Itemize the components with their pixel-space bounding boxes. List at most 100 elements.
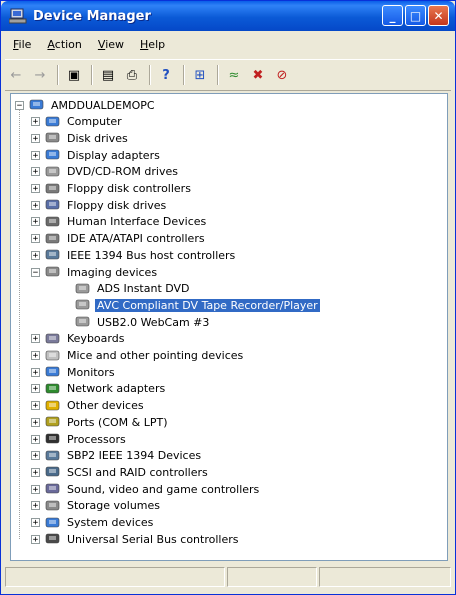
tree-category[interactable]: + Floppy disk controllers (31, 181, 193, 197)
collapse-icon[interactable]: − (31, 267, 40, 277)
maximize-button[interactable]: □ (405, 5, 426, 26)
uninstall-button[interactable]: ✖ (247, 64, 269, 86)
tree-category[interactable]: + Mice and other pointing devices (31, 348, 245, 364)
tree-category[interactable]: + Computer (31, 114, 124, 130)
tree-item-label: Processors (67, 432, 126, 446)
expand-icon[interactable]: + (31, 334, 40, 344)
floppy-drive-icon (45, 198, 61, 212)
expand-icon[interactable]: + (31, 367, 40, 377)
tree-item-label: Other devices (67, 399, 144, 413)
print-button[interactable]: ⎙ (121, 64, 143, 86)
expand-icon[interactable]: + (31, 133, 40, 143)
scan-hardware-button[interactable]: ⊞ (189, 64, 211, 86)
tree-item-label: System devices (67, 516, 154, 529)
help-button[interactable]: ? (155, 64, 177, 86)
expand-icon[interactable]: + (31, 484, 40, 494)
tree-item-label: IEEE 1394 Bus host controllers (67, 248, 236, 262)
expand-icon[interactable]: + (31, 250, 40, 260)
tree-device[interactable]: AVC Compliant DV Tape Recorder/Player (61, 297, 320, 313)
tree-item-label: Universal Serial Bus controllers (67, 532, 239, 546)
tree-item-label: Floppy disk drives (67, 198, 167, 212)
device-tree[interactable]: − AMDDUALDEMOPC + Computer + Disk drives + Disp… (10, 93, 448, 561)
tree-category[interactable]: + SCSI and RAID controllers (31, 464, 210, 480)
expand-icon[interactable]: + (31, 217, 40, 227)
expand-icon[interactable]: + (31, 534, 40, 544)
expand-icon[interactable]: + (31, 351, 40, 361)
console-tree-icon: ▣ (67, 67, 81, 83)
tree-category[interactable]: + Disk drives (31, 130, 130, 146)
update-driver-icon: ≈ (228, 67, 240, 83)
forward-button[interactable]: → (29, 64, 51, 86)
tree-category[interactable]: + Network adapters (31, 381, 167, 397)
tree-category[interactable]: + DVD/CD-ROM drives (31, 164, 180, 180)
tree-item-label: AVC Compliant DV Tape Recorder/Player (95, 298, 320, 312)
port-icon (45, 415, 61, 429)
expand-icon[interactable]: + (31, 467, 40, 477)
expand-icon[interactable]: + (31, 518, 40, 528)
properties-button[interactable]: ▤ (97, 64, 119, 86)
camera-icon (75, 315, 91, 329)
menu-file[interactable]: File (5, 38, 39, 51)
scan-hardware-icon: ⊞ (194, 67, 206, 83)
expand-icon[interactable]: + (31, 384, 40, 394)
floppy-controller-icon (45, 182, 61, 196)
toolbar-separator (217, 65, 219, 85)
tree-category[interactable]: + Universal Serial Bus controllers (31, 531, 240, 547)
tree-category[interactable]: + Processors (31, 431, 128, 447)
update-driver-button[interactable]: ≈ (223, 64, 245, 86)
tree-category[interactable]: − Imaging devices (31, 264, 159, 280)
tree-item-label: ADS Instant DVD (97, 282, 190, 296)
show-hide-console-tree-button[interactable]: ▣ (63, 64, 85, 86)
expand-icon[interactable]: + (31, 234, 40, 244)
back-button[interactable]: ← (5, 64, 27, 86)
expand-icon[interactable]: + (31, 167, 40, 177)
back-arrow-icon: ← (10, 67, 22, 83)
expand-icon[interactable]: + (31, 401, 40, 411)
expand-icon[interactable]: + (31, 117, 40, 127)
title-bar[interactable]: Device Manager _ □ ✕ (1, 1, 455, 31)
menu-bar: File Action View Help (5, 34, 173, 54)
device-manager-icon (8, 8, 27, 24)
tree-item-label: DVD/CD-ROM drives (67, 165, 178, 179)
expand-icon[interactable]: + (31, 451, 40, 461)
minimize-button[interactable]: _ (382, 5, 403, 26)
tree-category[interactable]: + Other devices (31, 398, 146, 414)
tree-category[interactable]: + Monitors (31, 364, 117, 380)
tree-category[interactable]: + Sound, video and game controllers (31, 481, 261, 497)
maximize-icon: □ (409, 8, 422, 23)
tree-category[interactable]: + IDE ATA/ATAPI controllers (31, 231, 207, 247)
expand-icon[interactable]: + (31, 417, 40, 427)
disable-button[interactable]: ⊘ (271, 64, 293, 86)
sbp2-icon (45, 449, 61, 463)
toolbar-separator (91, 65, 93, 85)
window-title: Device Manager (33, 8, 151, 24)
expand-icon[interactable]: + (31, 150, 40, 160)
tree-category[interactable]: + Storage volumes (31, 498, 162, 514)
menu-help[interactable]: Help (132, 38, 173, 51)
tree-device[interactable]: USB2.0 WebCam #3 (61, 314, 211, 330)
tree-category[interactable]: + System devices (31, 515, 155, 531)
close-button[interactable]: ✕ (428, 5, 449, 26)
tree-device[interactable]: ADS Instant DVD (61, 281, 192, 297)
tree-category[interactable]: + Display adapters (31, 147, 162, 163)
tree-category[interactable]: + IEEE 1394 Bus host controllers (31, 247, 237, 263)
menu-view[interactable]: View (90, 38, 132, 51)
tree-category[interactable]: + Keyboards (31, 331, 126, 347)
scsi-icon (45, 465, 61, 479)
close-icon: ✕ (433, 8, 444, 23)
tree-root[interactable]: − AMDDUALDEMOPC (15, 97, 157, 113)
expand-icon[interactable]: + (31, 434, 40, 444)
network-adapter-icon (45, 382, 61, 396)
tree-category[interactable]: + Floppy disk drives (31, 197, 168, 213)
expand-icon[interactable]: + (31, 501, 40, 511)
expand-icon[interactable]: + (31, 184, 40, 194)
tree-item-label: SCSI and RAID controllers (67, 465, 208, 479)
tree-category[interactable]: + Ports (COM & LPT) (31, 414, 170, 430)
tree-connector-line (19, 109, 20, 540)
tree-category[interactable]: + SBP2 IEEE 1394 Devices (31, 448, 203, 464)
camera-icon (75, 298, 91, 312)
toolbar-separator (183, 65, 185, 85)
tree-category[interactable]: + Human Interface Devices (31, 214, 208, 230)
menu-action[interactable]: Action (39, 38, 89, 51)
expand-icon[interactable]: + (31, 200, 40, 210)
